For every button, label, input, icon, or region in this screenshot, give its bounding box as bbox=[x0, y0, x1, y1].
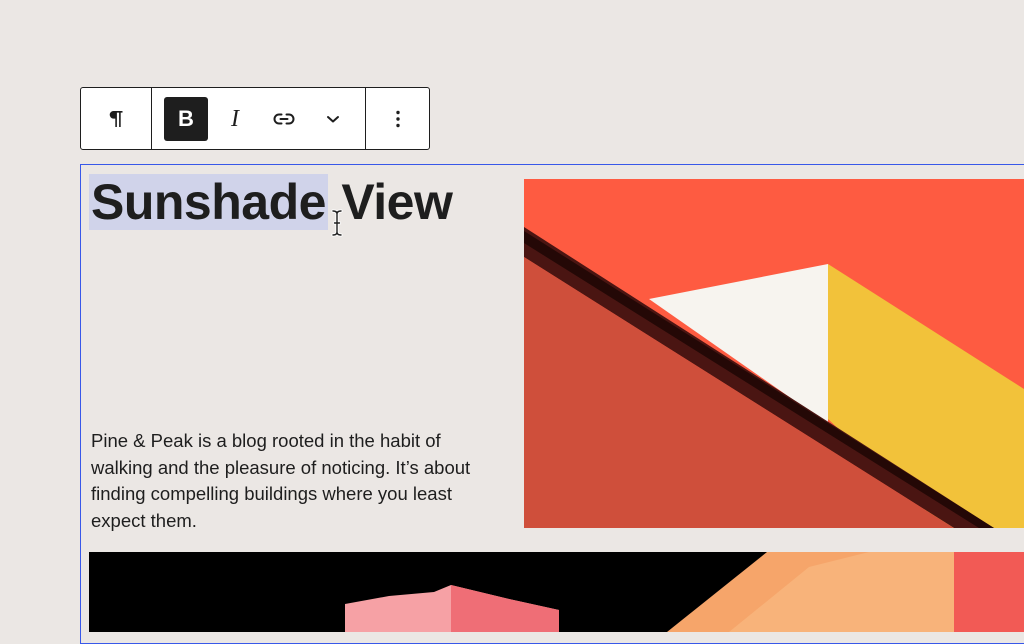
more-vertical-icon bbox=[386, 107, 410, 131]
italic-button[interactable]: I bbox=[213, 97, 257, 141]
architecture-image[interactable] bbox=[524, 179, 1024, 528]
block-type-group bbox=[81, 88, 152, 149]
italic-icon: I bbox=[231, 105, 239, 132]
link-icon bbox=[271, 106, 297, 132]
heading-text-rest[interactable]: View bbox=[328, 174, 453, 230]
paragraph-button[interactable] bbox=[94, 97, 138, 141]
architecture-image-2[interactable] bbox=[89, 552, 1024, 632]
text-cursor-icon bbox=[331, 209, 343, 237]
selected-heading-text[interactable]: Sunshade bbox=[89, 174, 328, 230]
options-group bbox=[366, 88, 429, 149]
options-button[interactable] bbox=[376, 97, 420, 141]
paragraph-icon bbox=[104, 107, 128, 131]
block-toolbar: B I bbox=[80, 87, 430, 150]
format-group: B I bbox=[152, 88, 366, 149]
bold-icon: B bbox=[178, 105, 194, 131]
more-rich-text-button[interactable] bbox=[311, 97, 355, 141]
link-button[interactable] bbox=[262, 97, 306, 141]
site-description[interactable]: Pine & Peak is a blog rooted in the habi… bbox=[91, 428, 481, 534]
bold-button[interactable]: B bbox=[164, 96, 208, 141]
chevron-down-icon bbox=[323, 109, 343, 129]
site-heading[interactable]: Sunshade View bbox=[89, 170, 453, 234]
